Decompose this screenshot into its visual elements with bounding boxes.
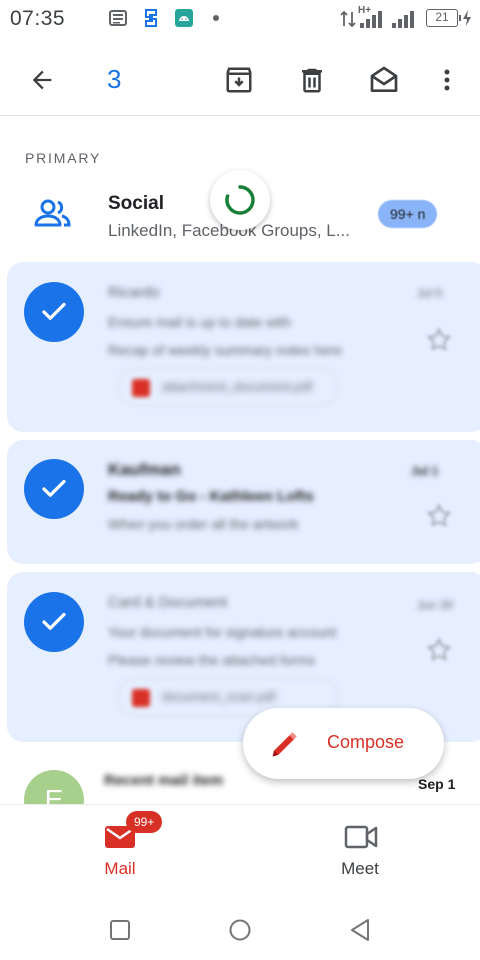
mail-sender: Ricardo <box>108 284 160 301</box>
circle-icon <box>229 919 251 941</box>
social-new-badge: 99+ n <box>378 200 438 228</box>
mail-date: Jul 5 <box>417 286 443 300</box>
compose-button[interactable]: Compose <box>243 708 444 779</box>
nav-mail[interactable]: 99+ Mail <box>0 805 240 895</box>
selected-check[interactable] <box>24 459 84 519</box>
section-label-primary: PRIMARY <box>25 150 102 166</box>
system-navigation-bar <box>0 894 480 960</box>
status-time: 07:35 <box>10 7 66 30</box>
people-icon <box>34 199 71 227</box>
loading-spinner-icon <box>225 185 255 215</box>
mail-snippet: Ensure mail is up to date with <box>108 314 291 330</box>
star-icon[interactable] <box>425 502 453 530</box>
triangle-back-icon <box>351 919 369 941</box>
battery-icon: 21 <box>426 9 461 27</box>
archive-button[interactable] <box>217 58 261 102</box>
home-button[interactable] <box>220 910 260 950</box>
compose-label: Compose <box>327 732 405 752</box>
back-button[interactable] <box>20 58 64 102</box>
archive-icon <box>226 67 252 93</box>
more-icon <box>444 69 450 91</box>
data-arrows-icon <box>340 10 356 28</box>
notification-dot-icon <box>213 15 219 21</box>
selected-mail-card[interactable]: Ricardo Jul 5 Ensure mail is up to date … <box>7 262 480 432</box>
signal-2-icon <box>392 11 414 28</box>
delete-icon <box>302 68 322 93</box>
selected-check[interactable] <box>24 282 84 342</box>
mail-sender: Recent mail item <box>104 772 224 789</box>
nav-meet-label: Meet <box>341 859 379 878</box>
mark-read-button[interactable] <box>362 58 406 102</box>
charging-icon <box>463 10 471 26</box>
refresh-spinner <box>210 170 270 230</box>
attachment-name: attachment_document.pdf <box>162 379 313 394</box>
selected-count: 3 <box>107 64 122 94</box>
android-icon <box>175 9 193 27</box>
selected-check[interactable] <box>24 592 84 652</box>
checkmark-icon <box>42 612 66 630</box>
checkmark-icon <box>42 302 66 320</box>
star-icon[interactable] <box>425 636 453 664</box>
nav-mail-label: Mail <box>104 859 136 878</box>
mail-unread-badge: 99+ <box>126 811 163 833</box>
document-icon <box>132 379 150 397</box>
mail-date: Sep 1 <box>418 776 456 792</box>
status-bar: 07:35 H+ 21 <box>0 0 480 40</box>
mail-date: Jul 1 <box>411 464 439 478</box>
bottom-navigation: 99+ Mail Meet <box>0 804 480 894</box>
mark-read-icon <box>370 66 398 92</box>
video-camera-icon <box>344 825 378 849</box>
selected-mail-card[interactable]: Kaufman Jul 1 Ready to Go - Kathleen Lof… <box>7 440 480 564</box>
mail-date: Jun 30 <box>417 598 454 612</box>
sync-app-icon <box>145 9 157 27</box>
mail-snippet: Ready to Go - Kathleen Lofts <box>108 488 314 505</box>
checkmark-icon <box>42 479 66 497</box>
attachment-chip[interactable]: attachment_document.pdf <box>117 368 339 406</box>
nav-meet[interactable]: Meet <box>240 805 480 895</box>
signal-icon <box>360 11 382 28</box>
mail-snippet-2: Please review the attached forms <box>108 652 315 668</box>
document-icon <box>132 689 150 707</box>
mail-snippet-2: Recap of weekly summary notes here <box>108 342 343 358</box>
more-options-button[interactable] <box>425 58 469 102</box>
mail-sender: Kaufman <box>108 460 181 479</box>
mail-snippet-2: When you order all the artwork <box>108 516 299 532</box>
attachment-name: document_scan.pdf <box>162 689 276 704</box>
recents-button[interactable] <box>100 910 140 950</box>
star-icon[interactable] <box>425 326 453 354</box>
avatar: E <box>24 770 84 804</box>
selection-toolbar: 3 <box>0 44 480 116</box>
back-arrow-icon <box>32 70 52 90</box>
pencil-icon <box>272 732 297 757</box>
back-nav-button[interactable] <box>340 910 380 950</box>
square-icon <box>110 920 130 940</box>
social-title: Social <box>108 193 164 214</box>
mail-sender: Card & Document <box>108 594 228 611</box>
delete-button[interactable] <box>290 58 334 102</box>
mail-snippet: Your document for signature account <box>108 624 337 640</box>
news-icon <box>109 10 127 26</box>
